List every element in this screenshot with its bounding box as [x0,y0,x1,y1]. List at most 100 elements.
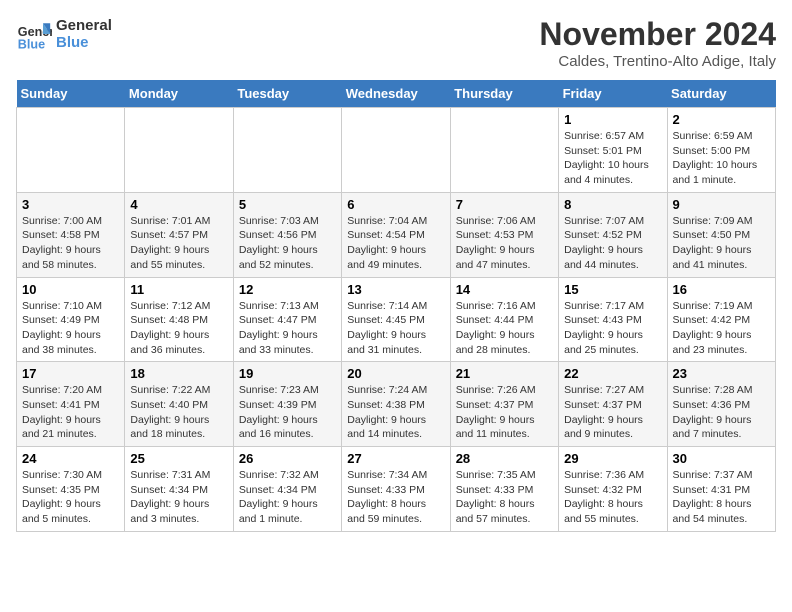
day-number: 3 [22,197,119,212]
header-wednesday: Wednesday [342,80,450,108]
day-number: 29 [564,451,661,466]
calendar-cell: 16 Sunrise: 7:19 AM Sunset: 4:42 PM Dayli… [667,277,775,362]
day-info: Sunrise: 7:14 AM Sunset: 4:45 PM Dayligh… [347,299,444,358]
day-number: 25 [130,451,227,466]
day-info: Sunrise: 7:01 AM Sunset: 4:57 PM Dayligh… [130,214,227,273]
header-thursday: Thursday [450,80,558,108]
day-number: 18 [130,366,227,381]
day-number: 7 [456,197,553,212]
day-number: 19 [239,366,336,381]
calendar-cell: 25 Sunrise: 7:31 AM Sunset: 4:34 PM Dayli… [125,447,233,532]
day-number: 8 [564,197,661,212]
day-number: 22 [564,366,661,381]
day-info: Sunrise: 7:12 AM Sunset: 4:48 PM Dayligh… [130,299,227,358]
header-monday: Monday [125,80,233,108]
logo-icon: General Blue [16,16,52,52]
calendar-header-row: SundayMondayTuesdayWednesdayThursdayFrid… [17,80,776,108]
day-info: Sunrise: 7:24 AM Sunset: 4:38 PM Dayligh… [347,383,444,442]
calendar-cell: 8Sunrise: 7:07 AM Sunset: 4:52 PM Daylig… [559,192,667,277]
day-number: 20 [347,366,444,381]
svg-text:Blue: Blue [18,37,45,51]
day-number: 11 [130,282,227,297]
day-number: 4 [130,197,227,212]
day-info: Sunrise: 7:27 AM Sunset: 4:37 PM Dayligh… [564,383,661,442]
calendar-cell: 17 Sunrise: 7:20 AM Sunset: 4:41 PM Dayli… [17,362,125,447]
day-number: 15 [564,282,661,297]
day-number: 13 [347,282,444,297]
day-number: 17 [22,366,119,381]
week-row-3: 17 Sunrise: 7:20 AM Sunset: 4:41 PM Dayli… [17,362,776,447]
calendar-cell: 24Sunrise: 7:30 AM Sunset: 4:35 PM Dayli… [17,447,125,532]
calendar-table: SundayMondayTuesdayWednesdayThursdayFrid… [16,80,776,532]
calendar-cell: 20 Sunrise: 7:24 AM Sunset: 4:38 PM Dayli… [342,362,450,447]
day-number: 1 [564,112,661,127]
day-info: Sunrise: 7:28 AM Sunset: 4:36 PM Dayligh… [673,383,770,442]
week-row-2: 10Sunrise: 7:10 AM Sunset: 4:49 PM Dayli… [17,277,776,362]
logo: General Blue General Blue [16,16,112,52]
calendar-cell: 23 Sunrise: 7:28 AM Sunset: 4:36 PM Dayli… [667,362,775,447]
day-info: Sunrise: 7:03 AM Sunset: 4:56 PM Dayligh… [239,214,336,273]
day-info: Sunrise: 7:13 AM Sunset: 4:47 PM Dayligh… [239,299,336,358]
day-number: 27 [347,451,444,466]
calendar-cell: 28 Sunrise: 7:35 AM Sunset: 4:33 PM Dayli… [450,447,558,532]
day-info: Sunrise: 7:32 AM Sunset: 4:34 PM Dayligh… [239,468,336,527]
calendar-cell: 22 Sunrise: 7:27 AM Sunset: 4:37 PM Dayli… [559,362,667,447]
title-block: November 2024 Caldes, Trentino-Alto Adig… [539,16,776,70]
week-row-1: 3 Sunrise: 7:00 AM Sunset: 4:58 PM Daylig… [17,192,776,277]
calendar-cell: 21Sunrise: 7:26 AM Sunset: 4:37 PM Dayli… [450,362,558,447]
calendar-cell: 5Sunrise: 7:03 AM Sunset: 4:56 PM Daylig… [233,192,341,277]
day-number: 16 [673,282,770,297]
week-row-0: 1 Sunrise: 6:57 AM Sunset: 5:01 PM Daylig… [17,108,776,193]
calendar-cell: 18 Sunrise: 7:22 AM Sunset: 4:40 PM Dayli… [125,362,233,447]
day-info: Sunrise: 7:00 AM Sunset: 4:58 PM Dayligh… [22,214,119,273]
calendar-cell: 1 Sunrise: 6:57 AM Sunset: 5:01 PM Daylig… [559,108,667,193]
day-info: Sunrise: 7:06 AM Sunset: 4:53 PM Dayligh… [456,214,553,273]
day-info: Sunrise: 6:57 AM Sunset: 5:01 PM Dayligh… [564,129,661,188]
calendar-cell: 3 Sunrise: 7:00 AM Sunset: 4:58 PM Daylig… [17,192,125,277]
calendar-cell: 4 Sunrise: 7:01 AM Sunset: 4:57 PM Daylig… [125,192,233,277]
calendar-cell: 7 Sunrise: 7:06 AM Sunset: 4:53 PM Daylig… [450,192,558,277]
calendar-cell: 30 Sunrise: 7:37 AM Sunset: 4:31 PM Dayli… [667,447,775,532]
day-info: Sunrise: 7:19 AM Sunset: 4:42 PM Dayligh… [673,299,770,358]
calendar-cell [233,108,341,193]
day-number: 28 [456,451,553,466]
day-info: Sunrise: 7:37 AM Sunset: 4:31 PM Dayligh… [673,468,770,527]
day-info: Sunrise: 7:31 AM Sunset: 4:34 PM Dayligh… [130,468,227,527]
day-number: 14 [456,282,553,297]
day-number: 10 [22,282,119,297]
day-info: Sunrise: 7:36 AM Sunset: 4:32 PM Dayligh… [564,468,661,527]
day-info: Sunrise: 7:22 AM Sunset: 4:40 PM Dayligh… [130,383,227,442]
day-number: 30 [673,451,770,466]
page-header: General Blue General Blue November 2024 … [16,16,776,70]
header-sunday: Sunday [17,80,125,108]
location: Caldes, Trentino-Alto Adige, Italy [539,53,776,70]
calendar-cell: 29 Sunrise: 7:36 AM Sunset: 4:32 PM Dayli… [559,447,667,532]
calendar-cell: 10Sunrise: 7:10 AM Sunset: 4:49 PM Dayli… [17,277,125,362]
calendar-cell: 13 Sunrise: 7:14 AM Sunset: 4:45 PM Dayli… [342,277,450,362]
day-info: Sunrise: 7:23 AM Sunset: 4:39 PM Dayligh… [239,383,336,442]
day-number: 21 [456,366,553,381]
day-number: 23 [673,366,770,381]
logo-line1: General [56,17,112,34]
header-tuesday: Tuesday [233,80,341,108]
calendar-cell [17,108,125,193]
day-number: 9 [673,197,770,212]
day-info: Sunrise: 7:16 AM Sunset: 4:44 PM Dayligh… [456,299,553,358]
calendar-cell: 11 Sunrise: 7:12 AM Sunset: 4:48 PM Dayli… [125,277,233,362]
calendar-cell: 14 Sunrise: 7:16 AM Sunset: 4:44 PM Dayli… [450,277,558,362]
calendar-cell: 27Sunrise: 7:34 AM Sunset: 4:33 PM Dayli… [342,447,450,532]
day-number: 26 [239,451,336,466]
day-info: Sunrise: 7:09 AM Sunset: 4:50 PM Dayligh… [673,214,770,273]
calendar-cell: 26 Sunrise: 7:32 AM Sunset: 4:34 PM Dayli… [233,447,341,532]
month-title: November 2024 [539,16,776,53]
logo-line2: Blue [56,34,112,51]
calendar-cell: 19 Sunrise: 7:23 AM Sunset: 4:39 PM Dayli… [233,362,341,447]
calendar-cell [125,108,233,193]
calendar-cell: 9 Sunrise: 7:09 AM Sunset: 4:50 PM Daylig… [667,192,775,277]
day-info: Sunrise: 6:59 AM Sunset: 5:00 PM Dayligh… [673,129,770,188]
calendar-cell: 15Sunrise: 7:17 AM Sunset: 4:43 PM Dayli… [559,277,667,362]
day-info: Sunrise: 7:35 AM Sunset: 4:33 PM Dayligh… [456,468,553,527]
calendar-cell: 2Sunrise: 6:59 AM Sunset: 5:00 PM Daylig… [667,108,775,193]
calendar-cell: 12Sunrise: 7:13 AM Sunset: 4:47 PM Dayli… [233,277,341,362]
day-info: Sunrise: 7:20 AM Sunset: 4:41 PM Dayligh… [22,383,119,442]
